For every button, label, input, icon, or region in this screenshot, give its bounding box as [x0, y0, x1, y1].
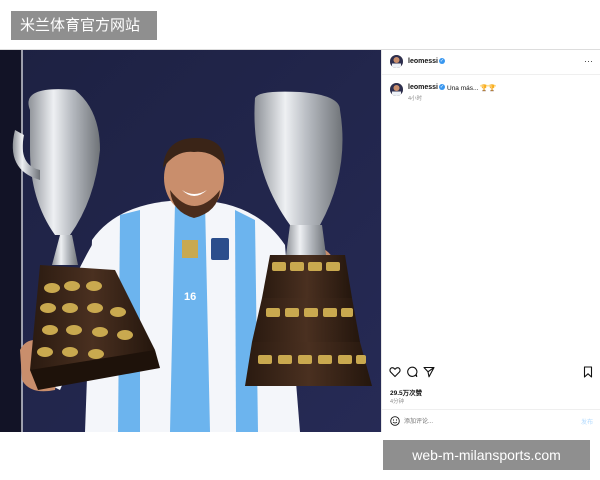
jersey-number: 16: [184, 291, 196, 303]
messi-trophies-photo: 16: [0, 50, 381, 432]
caption-time: 4小时: [408, 96, 423, 102]
post-username[interactable]: leomessi: [408, 58, 438, 65]
comment-bar: 发布: [382, 409, 600, 433]
emoji-icon[interactable]: [390, 416, 400, 426]
more-icon[interactable]: ···: [584, 56, 593, 66]
bookmark-icon[interactable]: [582, 366, 594, 378]
caption-text: Una más... 🏆🏆: [447, 85, 497, 92]
avatar[interactable]: [390, 83, 403, 96]
post-side-panel: leomessi ✓ ··· leomessi ✓ Una más... 🏆🏆 …: [381, 50, 600, 432]
comment-input[interactable]: [404, 416, 554, 427]
comment-icon[interactable]: [406, 366, 418, 378]
heart-icon[interactable]: [389, 366, 401, 378]
post-header: leomessi ✓ ···: [382, 50, 600, 75]
instagram-post: 16 leomessi ✓ ··· leomessi ✓ Una más... …: [0, 49, 600, 433]
watermark-site-name: 米兰体育官方网站: [11, 11, 157, 40]
caption-username[interactable]: leomessi: [408, 84, 438, 91]
post-photo: 16: [0, 50, 381, 432]
share-icon[interactable]: [423, 366, 435, 378]
post-time-ago: 4分钟: [390, 399, 405, 405]
post-comment-button[interactable]: 发布: [581, 417, 593, 426]
avatar[interactable]: [390, 55, 403, 68]
verified-badge-icon: ✓: [439, 84, 445, 90]
verified-badge-icon: ✓: [439, 58, 445, 64]
likes-count[interactable]: 29.5万次赞: [390, 387, 422, 397]
watermark-site-url: web-m-milansports.com: [383, 440, 590, 470]
action-bar: [382, 366, 600, 382]
